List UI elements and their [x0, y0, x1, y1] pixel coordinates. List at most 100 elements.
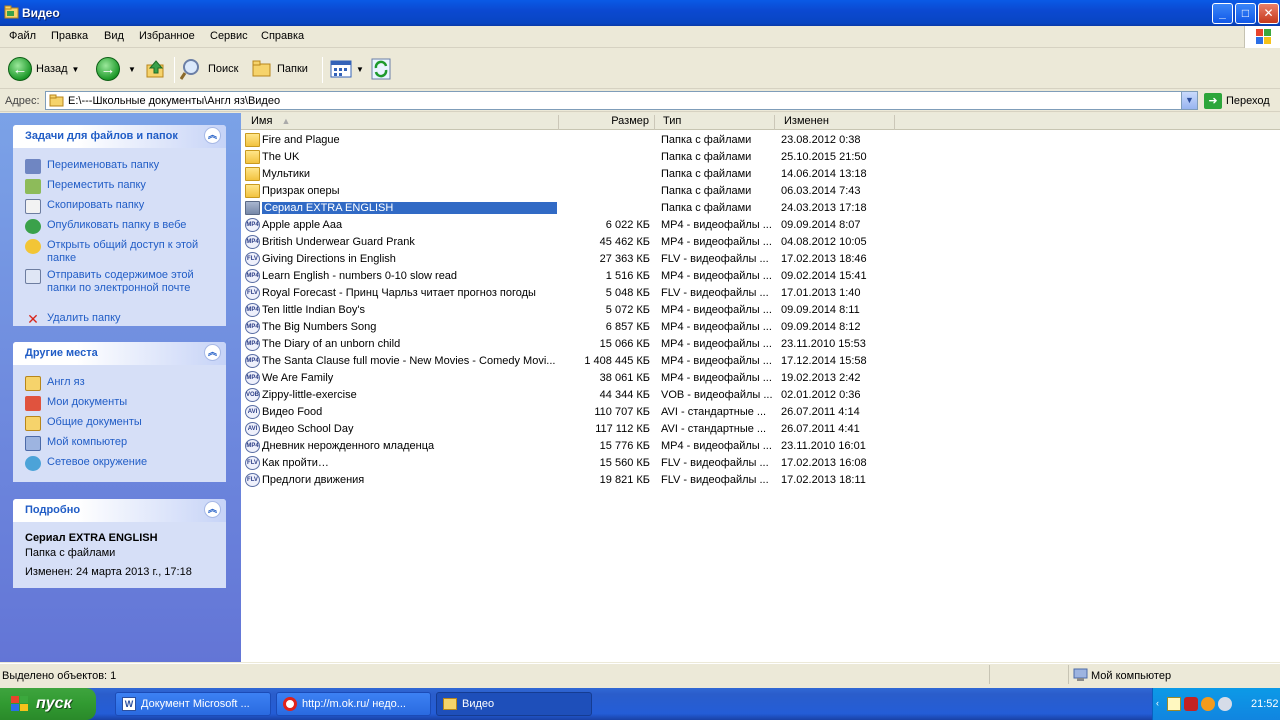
place-shared-documents[interactable]: Общие документы	[25, 416, 142, 431]
details-header[interactable]: Подробно ︽	[13, 499, 226, 522]
other-places-header[interactable]: Другие места ︽	[13, 342, 226, 365]
file-name: Видео School Day	[262, 423, 354, 435]
file-row[interactable]: FLV Предлоги движения 19 821 КБ FLV - видео…	[241, 472, 901, 489]
file-type: MP4 - видеофайлы ...	[661, 304, 772, 316]
start-button[interactable]: пуск	[0, 688, 96, 720]
menu-favorites[interactable]: Избранное	[139, 30, 195, 42]
status-location: Мой компьютер	[1091, 670, 1172, 682]
taskbar-video-folder[interactable]: Видео	[436, 692, 592, 716]
sync-button[interactable]	[371, 55, 391, 83]
task-delete-folder[interactable]: ✕ Удалить папку	[25, 312, 120, 327]
search-button[interactable]: Поиск	[180, 55, 238, 83]
file-row[interactable]: MP4 Дневник нерожденного младенца 15 776 К…	[241, 438, 901, 455]
title-bar[interactable]: Видео _ □ ✕	[0, 0, 1280, 26]
go-button[interactable]: ➜ Переход	[1204, 91, 1270, 110]
collapse-icon[interactable]: ︽	[204, 127, 221, 144]
file-modified: 17.02.2013 16:08	[781, 457, 867, 469]
taskbar: пуск W Документ Microsoft ... http://m.o…	[0, 688, 1280, 720]
col-size[interactable]: Размер	[559, 115, 655, 130]
col-name[interactable]: Имя ▲	[241, 115, 559, 130]
task-copy-folder[interactable]: Скопировать папку	[25, 199, 144, 214]
task-email-folder[interactable]: Отправить содержимое этой папки по элект…	[25, 269, 200, 295]
file-type: VOB - видеофайлы ...	[661, 389, 773, 401]
views-button[interactable]: ▼	[330, 55, 364, 83]
file-size: 44 344 КБ	[599, 389, 650, 401]
close-button[interactable]: ✕	[1258, 3, 1279, 24]
task-rename-folder[interactable]: Переименовать папку	[25, 159, 159, 174]
col-type[interactable]: Тип	[655, 115, 775, 130]
maximize-button[interactable]: □	[1235, 3, 1256, 24]
clock[interactable]: 21:52	[1251, 698, 1279, 710]
place-my-documents[interactable]: Мои документы	[25, 396, 127, 411]
file-name: Как пройти…	[262, 457, 329, 469]
task-label: Отправить содержимое этой папки по элект…	[47, 269, 194, 294]
views-dropdown-icon[interactable]: ▼	[356, 65, 364, 74]
file-row[interactable]: FLV Как пройти… 15 560 КБ FLV - видеофайлы …	[241, 455, 901, 472]
taskbar-word[interactable]: W Документ Microsoft ...	[115, 692, 271, 716]
file-size: 117 112 КБ	[595, 423, 650, 435]
file-row[interactable]: Призрак оперы Папка с файлами 06.03.2014 7…	[241, 183, 901, 200]
refresh-icon	[371, 58, 391, 80]
file-type: Папка с файлами	[661, 168, 752, 180]
file-row[interactable]: MP4 The Big Numbers Song 6 857 КБ MP4 - вид…	[241, 319, 901, 336]
file-size: 15 776 КБ	[599, 440, 650, 452]
place-angl-yaz[interactable]: Англ яз	[25, 376, 85, 391]
folders-button[interactable]: Папки	[251, 55, 308, 83]
minimize-button[interactable]: _	[1212, 3, 1233, 24]
menu-view[interactable]: Вид	[104, 30, 124, 42]
col-modified[interactable]: Изменен	[775, 115, 895, 130]
volume-icon[interactable]	[1218, 697, 1232, 711]
file-row[interactable]: Мультики Папка с файлами 14.06.2014 13:18	[241, 166, 901, 183]
forward-dropdown-icon[interactable]: ▼	[128, 65, 136, 74]
tray-app-icon[interactable]	[1201, 697, 1215, 711]
file-row[interactable]: VOB Zippy-little-exercise 44 344 КБ VOB - в…	[241, 387, 901, 404]
address-input[interactable]: E:\---Школьные документы\Англ яз\Видео ▼	[45, 91, 1198, 110]
place-my-computer[interactable]: Мой компьютер	[25, 436, 127, 451]
forward-button[interactable]: → ▼	[96, 55, 136, 83]
file-row[interactable]: Fire and Plague Папка с файлами 23.08.2012…	[241, 132, 901, 149]
file-tasks-header[interactable]: Задачи для файлов и папок ︽	[13, 125, 226, 148]
task-move-folder[interactable]: Переместить папку	[25, 179, 146, 194]
place-network[interactable]: Сетевое окружение	[25, 456, 147, 471]
address-dropdown-icon[interactable]: ▼	[1181, 92, 1197, 109]
file-row[interactable]: The UK Папка с файлами 25.10.2015 21:50	[241, 149, 901, 166]
menu-edit[interactable]: Правка	[51, 30, 88, 42]
file-size: 27 363 КБ	[599, 253, 650, 265]
file-row[interactable]: MP4 Learn English - numbers 0-10 slow rea…	[241, 268, 901, 285]
file-row[interactable]: AVI Видео School Day 117 112 КБ AVI - станд…	[241, 421, 901, 438]
back-dropdown-icon[interactable]: ▼	[72, 65, 80, 74]
menu-help[interactable]: Справка	[261, 30, 304, 42]
task-share-folder[interactable]: Открыть общий доступ к этой папке	[25, 239, 200, 265]
file-modified: 14.06.2014 13:18	[781, 168, 867, 180]
safely-remove-icon[interactable]	[1167, 697, 1181, 711]
file-row[interactable]: FLV Giving Directions in English 27 363 КБ…	[241, 251, 901, 268]
menu-file[interactable]: Файл	[9, 30, 36, 42]
file-row[interactable]: Сериал EXTRA ENGLISH Папка с файлами 24.03…	[241, 200, 901, 217]
file-row[interactable]: MP4 British Underwear Guard Prank 45 462 К…	[241, 234, 901, 251]
file-row[interactable]: MP4 The Santa Clause full movie - New Mov…	[241, 353, 901, 370]
avi-video-icon: AVI	[245, 405, 260, 419]
file-list[interactable]: Имя ▲ Размер Тип Изменен Fire and Plague…	[241, 113, 1280, 662]
task-label: Переименовать папку	[47, 159, 160, 171]
antivirus-icon[interactable]	[1184, 697, 1198, 711]
tray-expand-icon[interactable]: ‹	[1156, 698, 1159, 708]
collapse-icon[interactable]: ︽	[204, 344, 221, 361]
file-row[interactable]: MP4 Apple apple Aaa 6 022 КБ MP4 - видеофай…	[241, 217, 901, 234]
views-icon	[330, 60, 352, 78]
file-row[interactable]: AVI Видео Food 110 707 КБ AVI - стандартные…	[241, 404, 901, 421]
file-row[interactable]: FLV Royal Forecast - Принц Чарльз читает …	[241, 285, 901, 302]
status-selected-count: Выделено объектов: 1	[2, 670, 117, 682]
task-publish-web[interactable]: Опубликовать папку в вебе	[25, 219, 186, 234]
taskbar-opera[interactable]: http://m.ok.ru/ недо...	[276, 692, 431, 716]
up-folder-button[interactable]	[145, 55, 167, 83]
file-row[interactable]: MP4 The Diary of an unborn child 15 066 КБ…	[241, 336, 901, 353]
file-row[interactable]: MP4 We Are Family 38 061 КБ MP4 - видеофайл…	[241, 370, 901, 387]
collapse-icon[interactable]: ︽	[204, 501, 221, 518]
back-button[interactable]: ← Назад ▼	[8, 55, 79, 83]
file-name: Zippy-little-exercise	[262, 389, 357, 401]
file-modified: 09.02.2014 15:41	[781, 270, 867, 282]
place-label: Общие документы	[47, 416, 142, 428]
menu-tools[interactable]: Сервис	[210, 30, 248, 42]
file-row[interactable]: MP4 Ten little Indian Boy's 5 072 КБ MP4 - …	[241, 302, 901, 319]
file-name: The Diary of an unborn child	[262, 338, 401, 350]
